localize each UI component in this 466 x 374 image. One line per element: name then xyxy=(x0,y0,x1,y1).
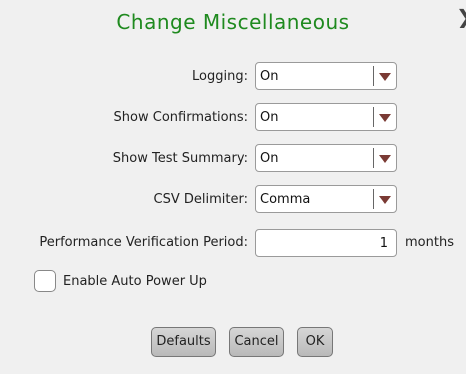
chevron-down-icon[interactable] xyxy=(379,114,391,122)
select-divider xyxy=(373,66,374,86)
show-test-summary-select[interactable]: On xyxy=(255,144,397,172)
verification-period-label: Performance Verification Period: xyxy=(39,235,248,250)
select-divider xyxy=(373,107,374,127)
csv-delimiter-label: CSV Delimiter: xyxy=(153,192,248,207)
logging-label: Logging: xyxy=(192,69,248,84)
select-divider xyxy=(373,148,374,168)
chevron-down-icon[interactable] xyxy=(379,155,391,163)
csv-delimiter-value: Comma xyxy=(260,192,311,207)
chevron-down-icon[interactable] xyxy=(379,196,391,204)
csv-delimiter-select[interactable]: Comma xyxy=(255,185,397,213)
logging-select[interactable]: On xyxy=(255,62,397,90)
defaults-button[interactable]: Defaults xyxy=(151,327,216,357)
verification-period-input[interactable]: 1 xyxy=(255,229,397,257)
ok-button[interactable]: OK xyxy=(297,327,333,357)
close-icon[interactable]: ❯ xyxy=(456,6,466,28)
auto-power-checkbox[interactable] xyxy=(34,270,56,292)
logging-value: On xyxy=(260,69,279,84)
cancel-button[interactable]: Cancel xyxy=(229,327,284,357)
show-confirmations-label: Show Confirmations: xyxy=(113,110,248,125)
verification-period-value: 1 xyxy=(379,236,388,251)
dialog-title: Change Miscellaneous xyxy=(116,10,350,34)
show-test-summary-label: Show Test Summary: xyxy=(112,151,248,166)
select-divider xyxy=(373,189,374,209)
auto-power-label: Enable Auto Power Up xyxy=(63,274,207,289)
show-test-summary-value: On xyxy=(260,151,279,166)
change-miscellaneous-dialog: Change Miscellaneous ❯ Logging: On Show … xyxy=(0,0,466,374)
show-confirmations-value: On xyxy=(260,110,279,125)
chevron-down-icon[interactable] xyxy=(379,73,391,81)
show-confirmations-select[interactable]: On xyxy=(255,103,397,131)
verification-period-units: months xyxy=(405,235,454,250)
